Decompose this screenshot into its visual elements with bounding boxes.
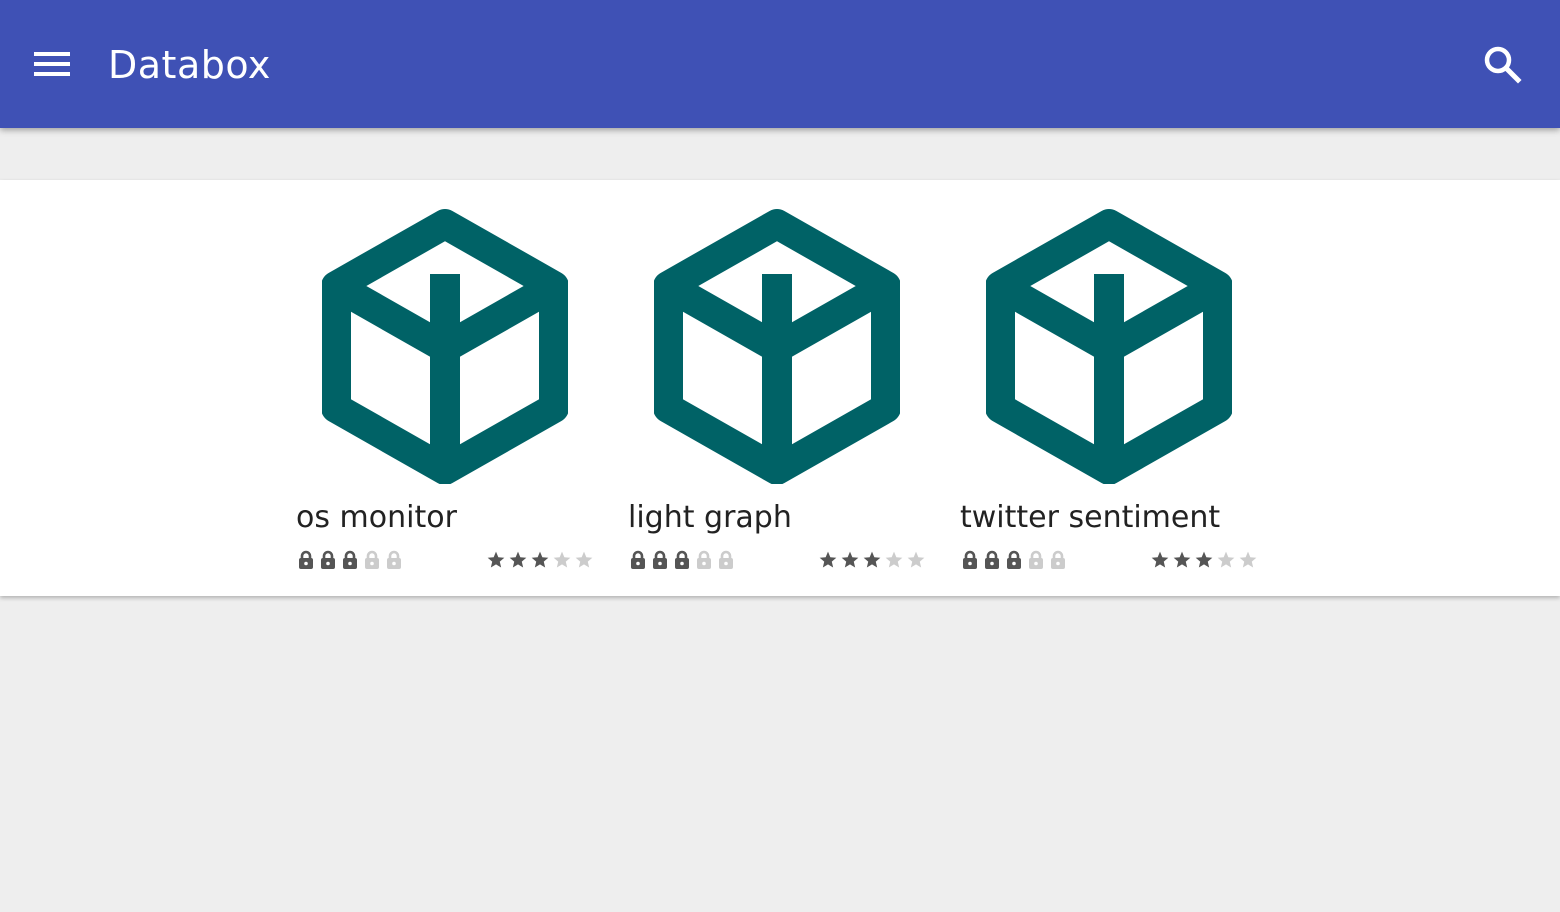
lock-rating xyxy=(298,550,402,572)
star-icon xyxy=(1195,551,1213,568)
cube-icon xyxy=(322,209,568,484)
star-icon xyxy=(885,551,903,568)
star-icon xyxy=(1151,551,1169,568)
cube-icon xyxy=(986,209,1232,484)
lock-rating xyxy=(962,550,1066,572)
star-icon xyxy=(531,551,549,568)
star-rating xyxy=(818,550,926,572)
star-rating xyxy=(1150,550,1258,572)
app-name: twitter sentiment xyxy=(960,500,1221,535)
lock-icon xyxy=(697,550,711,569)
star-icon xyxy=(863,551,881,568)
star-icon xyxy=(575,551,593,568)
lock-icon xyxy=(365,550,379,569)
star-icon xyxy=(1173,551,1191,568)
lock-icon xyxy=(675,550,689,569)
lock-rating xyxy=(630,550,734,572)
app-list: os monitor light graph twitter sentiment xyxy=(0,180,1560,596)
star-icon xyxy=(819,551,837,568)
star-icon xyxy=(553,551,571,568)
app-name: os monitor xyxy=(296,500,457,535)
lock-icon xyxy=(321,550,335,569)
menu-button[interactable] xyxy=(22,40,82,88)
app-title: Databox xyxy=(108,43,271,87)
search-icon xyxy=(1484,46,1522,84)
lock-icon xyxy=(653,550,667,569)
star-icon xyxy=(1239,551,1257,568)
star-icon xyxy=(841,551,859,568)
lock-icon xyxy=(985,550,999,569)
star-rating xyxy=(486,550,594,572)
lock-icon xyxy=(631,550,645,569)
lock-icon xyxy=(719,550,733,569)
lock-icon xyxy=(387,550,401,569)
lock-icon xyxy=(343,550,357,569)
menu-icon xyxy=(34,52,70,76)
app-bar: Databox xyxy=(0,0,1560,128)
star-icon xyxy=(509,551,527,568)
lock-icon xyxy=(1029,550,1043,569)
star-icon xyxy=(1217,551,1235,568)
search-button[interactable] xyxy=(1474,36,1530,92)
app-card-light-graph[interactable]: light graph xyxy=(628,180,928,596)
cube-icon xyxy=(654,209,900,484)
lock-icon xyxy=(299,550,313,569)
lock-icon xyxy=(963,550,977,569)
app-card-os-monitor[interactable]: os monitor xyxy=(296,180,596,596)
star-icon xyxy=(907,551,925,568)
star-icon xyxy=(487,551,505,568)
app-name: light graph xyxy=(628,500,792,535)
app-card-twitter-sentiment[interactable]: twitter sentiment xyxy=(960,180,1260,596)
lock-icon xyxy=(1007,550,1021,569)
lock-icon xyxy=(1051,550,1065,569)
